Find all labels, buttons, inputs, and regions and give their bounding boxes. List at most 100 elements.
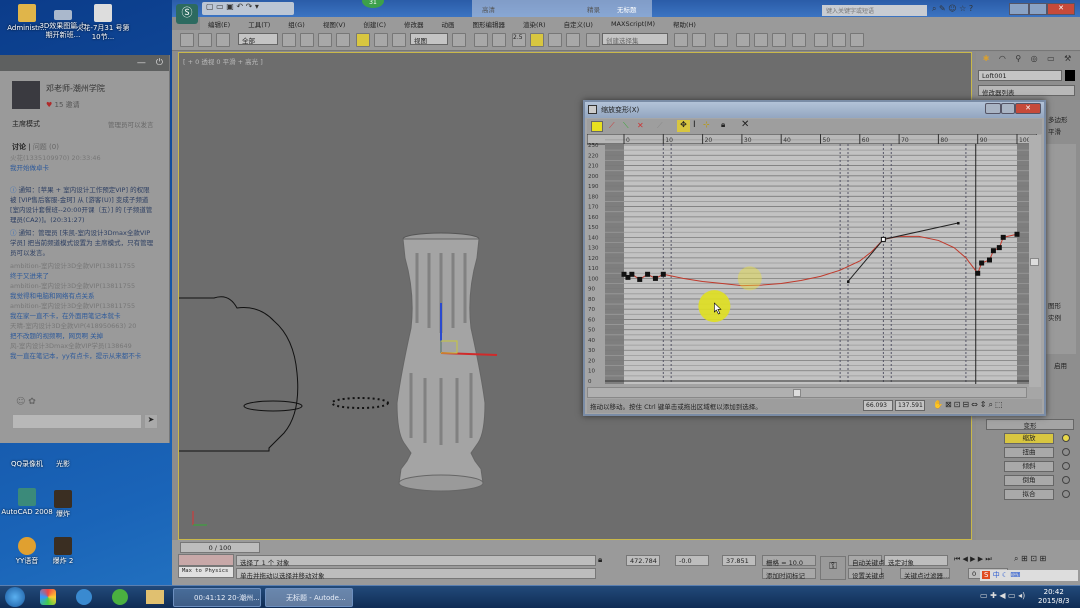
- deformation-graph[interactable]: 0 10 20 30 40 50 60 70 80 90 100230220210200190180…: [587, 134, 1037, 387]
- redo-icon[interactable]: ↷: [246, 2, 253, 11]
- deform-twist-button[interactable]: 扭曲: [1004, 447, 1054, 458]
- align-icon[interactable]: [692, 33, 706, 47]
- control-point[interactable]: [880, 236, 886, 242]
- desktop-icon-light[interactable]: 光影: [36, 460, 90, 469]
- system-tray[interactable]: ▭ ✚ ◀ ▭ ◂): [980, 591, 1025, 600]
- ie-icon[interactable]: [76, 589, 92, 605]
- dialog-maximize-button[interactable]: [1001, 103, 1015, 114]
- motion-tab-icon[interactable]: ◎: [1031, 54, 1038, 68]
- key-filters-button[interactable]: 关键点过滤器...: [900, 568, 950, 580]
- lightbulb-icon[interactable]: [1062, 490, 1070, 498]
- close-button[interactable]: ✕: [1047, 3, 1075, 15]
- zoom-extents-icon[interactable]: ⊠: [945, 400, 954, 409]
- emoji-icon[interactable]: ☺: [16, 397, 25, 407]
- dialog-close-button[interactable]: ✕: [1015, 103, 1041, 114]
- power-icon[interactable]: ⏻: [156, 58, 163, 68]
- scrollbar-thumb[interactable]: [793, 389, 801, 397]
- display-tab-icon[interactable]: ▭: [1047, 54, 1055, 68]
- edit-named-selection-icon[interactable]: [586, 33, 600, 47]
- go-to-end-icon[interactable]: ⏭: [985, 555, 991, 563]
- maximize-button[interactable]: [1029, 3, 1047, 15]
- select-by-name-icon[interactable]: [300, 33, 314, 47]
- help-icon[interactable]: ?: [969, 4, 973, 13]
- pinned-app-icon[interactable]: [112, 589, 128, 605]
- control-point[interactable]: [979, 260, 985, 266]
- menu-maxscript[interactable]: MAXScript(M): [611, 20, 655, 28]
- time-slider[interactable]: 0 / 100: [180, 542, 260, 553]
- select-rotate-icon[interactable]: [374, 33, 388, 47]
- menu-customize[interactable]: 自定义(U): [564, 19, 593, 29]
- set-key-button[interactable]: 设置关键点: [848, 568, 885, 580]
- select-move-icon[interactable]: [356, 33, 370, 47]
- heart-icon[interactable]: ♥: [46, 101, 52, 109]
- angle-snap-icon[interactable]: [530, 33, 544, 47]
- dialog-minimize-button[interactable]: [985, 103, 1001, 114]
- record-button[interactable]: 精录: [587, 4, 600, 14]
- display-xy-axes-icon[interactable]: ✕: [637, 121, 644, 130]
- tab-discuss[interactable]: 讨论: [12, 143, 26, 151]
- spinner-snap-icon[interactable]: [566, 33, 580, 47]
- percent-snap-icon[interactable]: [548, 33, 562, 47]
- menu-help[interactable]: 帮助(H): [673, 19, 696, 29]
- binoculars-icon[interactable]: ⌕: [932, 4, 936, 13]
- layer-manager-icon[interactable]: [714, 33, 728, 47]
- horizontal-scrollbar[interactable]: [587, 387, 1027, 398]
- ime-toolbar[interactable]: S 中 ☾ ⌨: [980, 570, 1078, 581]
- object-name-field[interactable]: Loft001: [978, 70, 1062, 81]
- zoom-horizontal-icon[interactable]: ⇔: [971, 400, 980, 409]
- chat-input[interactable]: [12, 414, 142, 429]
- control-point[interactable]: [629, 271, 635, 277]
- tab-question[interactable]: 问题 (0): [33, 143, 59, 151]
- display-x-axis-icon[interactable]: ⟋: [609, 121, 615, 131]
- link-icon[interactable]: [180, 33, 194, 47]
- lock-icon[interactable]: 🔒︎: [721, 120, 725, 130]
- unlink-icon[interactable]: [198, 33, 212, 47]
- select-manipulate-icon[interactable]: [474, 33, 488, 47]
- save-icon[interactable]: ▣: [226, 2, 234, 11]
- y-position-field[interactable]: 137.591: [895, 400, 925, 411]
- dropdown-icon[interactable]: ▾: [255, 2, 259, 11]
- scrollbar-thumb[interactable]: [1030, 258, 1039, 266]
- swap-curves-icon[interactable]: ⟋: [657, 121, 663, 131]
- deform-bevel-button[interactable]: 倒角: [1004, 475, 1054, 486]
- modifier-stack[interactable]: [1042, 144, 1076, 354]
- deform-fit-button[interactable]: 拟合: [1004, 489, 1054, 500]
- minimize-icon[interactable]: —: [137, 58, 146, 68]
- select-object-icon[interactable]: [282, 33, 296, 47]
- undo-icon[interactable]: ↶: [236, 2, 243, 11]
- previous-frame-icon[interactable]: ◀︎: [963, 555, 968, 563]
- flower-icon[interactable]: ✿: [28, 397, 36, 407]
- pivot-center-icon[interactable]: [452, 33, 466, 47]
- delete-control-point-icon[interactable]: ✕: [741, 119, 749, 130]
- deform-scale-button[interactable]: 缩放: [1004, 433, 1054, 444]
- message-list[interactable]: 火花(1335109970) 20:33:46 我开始做卓卡 ⓘ 通知：[苹果 +…: [0, 153, 165, 393]
- lightbulb-icon[interactable]: [1062, 476, 1070, 484]
- deformation-rollout-header[interactable]: 变形: [986, 419, 1074, 430]
- zoom-vertical-extents-icon[interactable]: ⊟: [962, 400, 971, 409]
- menu-create[interactable]: 创建(C): [363, 19, 386, 29]
- new-file-icon[interactable]: ▢: [206, 2, 214, 11]
- modify-tab-icon[interactable]: ◠: [999, 54, 1006, 68]
- rectangular-selection-icon[interactable]: [318, 33, 332, 47]
- lock-selection-icon[interactable]: 🔒︎: [598, 555, 602, 565]
- control-point[interactable]: [996, 245, 1002, 251]
- zoom-region-icon[interactable]: ⬚: [995, 400, 1005, 409]
- named-selection-set-dropdown[interactable]: 创建选择集: [602, 33, 668, 45]
- menu-modifiers[interactable]: 修改器: [404, 19, 424, 29]
- graphite-modeling-icon[interactable]: [736, 33, 750, 47]
- material-editor-icon[interactable]: [792, 33, 806, 47]
- play-icon[interactable]: ▶︎: [970, 555, 975, 563]
- snap-toggle-icon[interactable]: 2.5: [512, 33, 526, 47]
- control-point[interactable]: [652, 275, 658, 281]
- menu-rendering[interactable]: 渲染(R): [523, 19, 546, 29]
- render-icon[interactable]: [850, 33, 864, 47]
- vertical-scrollbar[interactable]: [1029, 135, 1041, 387]
- get-shape-button[interactable]: 图形: [1048, 300, 1061, 310]
- modifier-button[interactable]: 多边形: [1048, 114, 1068, 124]
- taskbar-item-3dsmax[interactable]: 无标题 - Autode...: [265, 588, 353, 607]
- maxscript-mini-listener[interactable]: Max to Physics: [178, 566, 234, 578]
- send-button[interactable]: ➤: [144, 414, 158, 429]
- menu-edit[interactable]: 编辑(E): [208, 19, 230, 29]
- curve-editor-icon[interactable]: [754, 33, 768, 47]
- hd-button[interactable]: 高清: [482, 4, 495, 14]
